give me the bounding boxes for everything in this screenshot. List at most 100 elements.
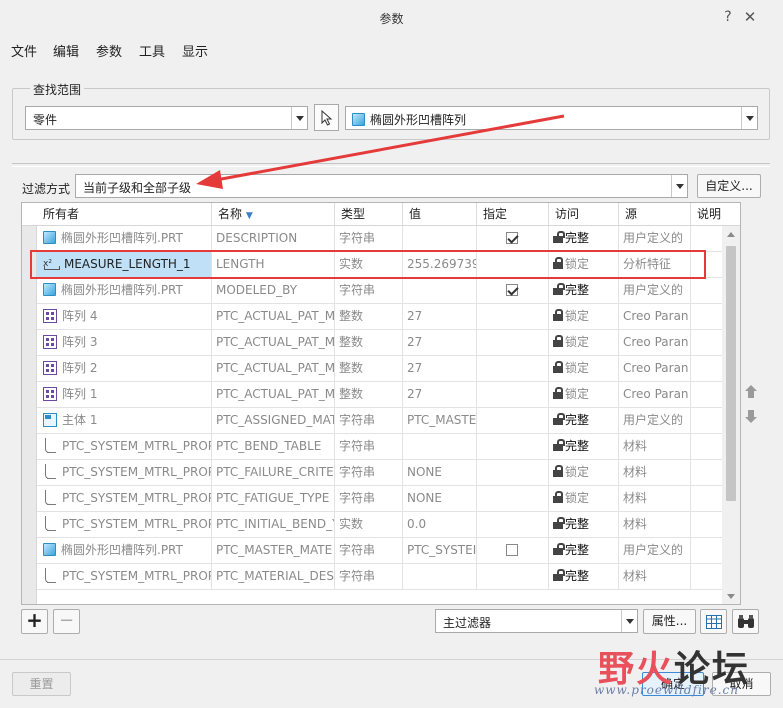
cell-source[interactable]: Creo Paran [619, 304, 691, 329]
cell-type[interactable]: 字符串 [335, 278, 403, 303]
cell-description[interactable] [691, 564, 722, 589]
cell-owner[interactable]: PTC_SYSTEM_MTRL_PROP [37, 486, 212, 511]
cell-description[interactable] [691, 278, 722, 303]
cell-value[interactable]: NONE [403, 460, 477, 485]
cell-value[interactable] [403, 278, 477, 303]
minimize-button[interactable]: ? [718, 8, 738, 28]
cell-designated[interactable] [477, 486, 549, 511]
table-row[interactable]: 椭圆外形凹槽阵列.PRT PTC_MASTER_MATE 字符串 PTC_SYSTEI… [37, 538, 722, 564]
cell-access[interactable]: 锁定 [549, 486, 619, 511]
cell-designated[interactable] [477, 304, 549, 329]
table-row[interactable]: 椭圆外形凹槽阵列.PRT MODELED_BY 字符串 完整 用户定义的 [37, 278, 722, 304]
cell-designated[interactable] [477, 330, 549, 355]
cell-value[interactable]: NONE [403, 486, 477, 511]
cell-source[interactable]: Creo Paran [619, 356, 691, 381]
cell-access[interactable]: 完整 [549, 408, 619, 433]
customize-button[interactable]: 自定义... [697, 174, 761, 198]
cell-source[interactable]: 用户定义的 [619, 278, 691, 303]
cell-description[interactable] [691, 304, 722, 329]
menu-parameters[interactable]: 参数 [96, 41, 122, 60]
cell-owner[interactable]: 阵列 1 [37, 382, 212, 407]
table-scrollbar[interactable] [722, 226, 740, 604]
cell-type[interactable]: 字符串 [335, 226, 403, 251]
cell-name[interactable]: PTC_MATERIAL_DES [212, 564, 335, 589]
cell-type[interactable]: 字符串 [335, 486, 403, 511]
cell-name[interactable]: PTC_INITIAL_BEND_Y [212, 512, 335, 537]
cell-description[interactable] [691, 460, 722, 485]
cell-access[interactable]: 完整 [549, 512, 619, 537]
cell-designated[interactable] [477, 564, 549, 589]
cell-name[interactable]: PTC_FATIGUE_TYPE [212, 486, 335, 511]
cell-owner[interactable]: 阵列 4 [37, 304, 212, 329]
add-parameter-button[interactable]: + [21, 609, 48, 634]
table-row[interactable]: 椭圆外形凹槽阵列.PRT DESCRIPTION 字符串 完整 用户定义的 [37, 226, 722, 252]
scroll-down-arrow[interactable] [722, 588, 740, 604]
cell-designated[interactable] [477, 356, 549, 381]
cell-type[interactable]: 整数 [335, 382, 403, 407]
menu-edit[interactable]: 编辑 [53, 41, 79, 60]
cell-type[interactable]: 字符串 [335, 460, 403, 485]
main-filter-select[interactable]: 主过滤器 [435, 609, 638, 633]
cell-name[interactable]: PTC_BEND_TABLE [212, 434, 335, 459]
table-row[interactable]: 阵列 1 PTC_ACTUAL_PAT_M 整数 27 锁定 Creo Paran [37, 382, 722, 408]
cell-source[interactable]: Creo Paran [619, 382, 691, 407]
cell-name[interactable]: PTC_ACTUAL_PAT_M [212, 382, 335, 407]
cell-designated[interactable] [477, 538, 549, 563]
cell-source[interactable]: 材料 [619, 434, 691, 459]
cell-value[interactable]: 27 [403, 382, 477, 407]
cell-description[interactable] [691, 356, 722, 381]
cell-access[interactable]: 锁定 [549, 330, 619, 355]
cell-owner[interactable]: 阵列 3 [37, 330, 212, 355]
cell-type[interactable]: 字符串 [335, 434, 403, 459]
column-owner[interactable]: 所有者 [37, 203, 212, 225]
cell-owner[interactable]: 椭圆外形凹槽阵列.PRT [37, 278, 212, 303]
cell-owner[interactable]: PTC_SYSTEM_MTRL_PROP [37, 434, 212, 459]
cell-access[interactable]: 完整 [549, 564, 619, 589]
cell-description[interactable] [691, 434, 722, 459]
menu-tools[interactable]: 工具 [139, 41, 165, 60]
cell-designated[interactable] [477, 460, 549, 485]
cell-source[interactable]: 材料 [619, 512, 691, 537]
cell-description[interactable] [691, 486, 722, 511]
cell-name[interactable]: PTC_MASTER_MATE [212, 538, 335, 563]
cell-source[interactable]: 用户定义的 [619, 226, 691, 251]
cell-type[interactable]: 字符串 [335, 408, 403, 433]
cell-access[interactable]: 完整 [549, 226, 619, 251]
cell-description[interactable] [691, 252, 722, 277]
cell-type[interactable]: 实数 [335, 252, 403, 277]
table-row[interactable]: 阵列 3 PTC_ACTUAL_PAT_M 整数 27 锁定 Creo Paran [37, 330, 722, 356]
cell-access[interactable]: 完整 [549, 538, 619, 563]
cell-designated[interactable] [477, 512, 549, 537]
table-row[interactable]: PTC_SYSTEM_MTRL_PROP PTC_INITIAL_BEND_Y 实数… [37, 512, 722, 538]
cell-name[interactable]: PTC_ACTUAL_PAT_M [212, 330, 335, 355]
column-designated[interactable]: 指定 [477, 203, 549, 225]
remove-parameter-button[interactable]: − [53, 609, 80, 634]
column-type[interactable]: 类型 [335, 203, 403, 225]
cell-description[interactable] [691, 512, 722, 537]
cell-type[interactable]: 整数 [335, 330, 403, 355]
scroll-thumb[interactable] [726, 246, 736, 501]
cell-access[interactable]: 锁定 [549, 304, 619, 329]
cell-value[interactable] [403, 226, 477, 251]
cell-owner[interactable]: PTC_SYSTEM_MTRL_PROP [37, 564, 212, 589]
scroll-up-arrow[interactable] [722, 226, 740, 242]
cell-name[interactable]: LENGTH [212, 252, 335, 277]
cell-value[interactable]: PTC_MASTE [403, 408, 477, 433]
table-row[interactable]: PTC_SYSTEM_MTRL_PROP PTC_FATIGUE_TYPE 字符串 N… [37, 486, 722, 512]
cell-name[interactable]: PTC_ACTUAL_PAT_M [212, 304, 335, 329]
table-view-button[interactable] [700, 609, 727, 634]
column-name[interactable]: 名称 ▼ [212, 203, 335, 225]
menu-view[interactable]: 显示 [182, 41, 208, 60]
cell-description[interactable] [691, 408, 722, 433]
cell-source[interactable]: 用户定义的 [619, 408, 691, 433]
cell-source[interactable]: 用户定义的 [619, 538, 691, 563]
cell-value[interactable]: 0.0 [403, 512, 477, 537]
cell-owner[interactable]: PTC_SYSTEM_MTRL_PROP [37, 460, 212, 485]
cell-value[interactable]: PTC_SYSTEI [403, 538, 477, 563]
designated-checkbox[interactable] [506, 232, 518, 244]
cell-description[interactable] [691, 538, 722, 563]
table-row[interactable]: PTC_SYSTEM_MTRL_PROP PTC_FAILURE_CRITEI 字符… [37, 460, 722, 486]
cell-owner[interactable]: PTC_SYSTEM_MTRL_PROP [37, 512, 212, 537]
menu-file[interactable]: 文件 [11, 41, 37, 60]
cell-name[interactable]: PTC_ASSIGNED_MAT [212, 408, 335, 433]
